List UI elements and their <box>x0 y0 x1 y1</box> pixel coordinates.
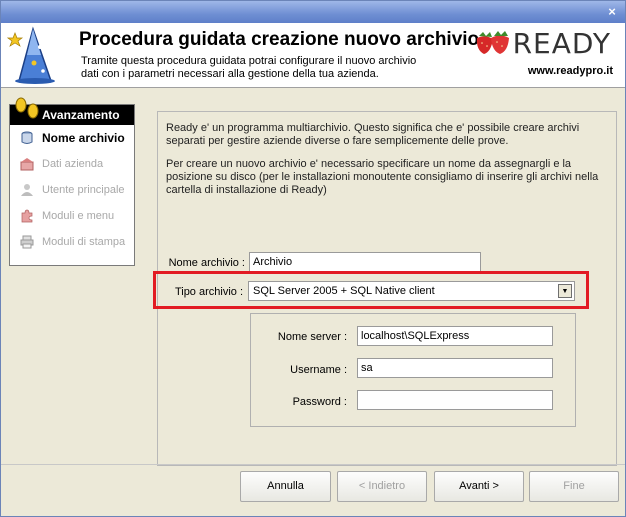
sidebar-item-label: Moduli e menu <box>42 210 115 222</box>
wizard-window: × Procedura guidata creazione nuovo arch… <box>0 0 626 517</box>
close-button[interactable]: × <box>605 5 619 19</box>
wizard-header: Procedura guidata creazione nuovo archiv… <box>1 23 625 88</box>
intro-text: Ready e' un programma multiarchivio. Que… <box>166 122 610 207</box>
database-icon <box>21 131 33 144</box>
annulla-button[interactable]: Annulla <box>240 471 331 502</box>
puzzle-icon <box>21 209 33 223</box>
sidebar-item-utente-principale[interactable]: Utente principale <box>10 177 134 203</box>
progress-sidebar: Avanzamento Nome archivio Dati azienda U… <box>9 97 135 266</box>
title-bar[interactable]: × <box>1 1 625 23</box>
fine-button[interactable]: Fine <box>529 471 619 502</box>
indietro-button[interactable]: < Indietro <box>337 471 427 502</box>
nome-server-input[interactable]: localhost\SQLExpress <box>357 326 553 346</box>
sidebar-item-label: Moduli di stampa <box>42 236 126 248</box>
intro-paragraph-1: Ready e' un programma multiarchivio. Que… <box>166 122 580 147</box>
nome-archivio-label: Nome archivio : <box>168 257 245 269</box>
username-label: Username : <box>290 364 347 376</box>
password-label: Password : <box>292 396 347 408</box>
printer-icon <box>20 235 34 249</box>
intro-paragraph-2: Per creare un nuovo archivio e' necessar… <box>166 158 599 196</box>
sidebar-header: Avanzamento <box>10 97 134 125</box>
logo-text: READY <box>512 26 611 60</box>
nome-server-label: Nome server : <box>277 331 347 343</box>
sidebar-item-moduli-stampa[interactable]: Moduli di stampa <box>10 229 134 255</box>
avanti-button[interactable]: Avanti > <box>434 471 524 502</box>
sidebar-title: Avanzamento <box>42 108 120 122</box>
highlight-annotation <box>153 271 589 309</box>
wizard-hat-icon <box>7 26 55 84</box>
sidebar-item-label: Nome archivio <box>42 131 125 145</box>
strawberry-icon <box>476 31 509 54</box>
user-icon <box>21 184 33 196</box>
sidebar-item-nome-archivio[interactable]: Nome archivio <box>10 125 134 151</box>
logo-url: www.readypro.it <box>527 65 613 77</box>
nome-archivio-input[interactable]: Archivio <box>249 252 481 272</box>
password-input[interactable] <box>357 390 553 410</box>
username-input[interactable]: sa <box>357 358 553 378</box>
header-description: Tramite questa procedura guidata potrai … <box>81 55 417 80</box>
sidebar-item-moduli-menu[interactable]: Moduli e menu <box>10 203 134 229</box>
page-title: Procedura guidata creazione nuovo archiv… <box>79 29 480 50</box>
sidebar-item-label: Utente principale <box>42 184 125 196</box>
sidebar-item-label: Dati azienda <box>42 158 104 170</box>
company-icon <box>20 158 34 171</box>
footsteps-icon <box>15 97 39 119</box>
footer-separator <box>1 464 625 465</box>
sidebar-item-dati-azienda[interactable]: Dati azienda <box>10 151 134 177</box>
ready-logo: READY <box>473 26 611 60</box>
